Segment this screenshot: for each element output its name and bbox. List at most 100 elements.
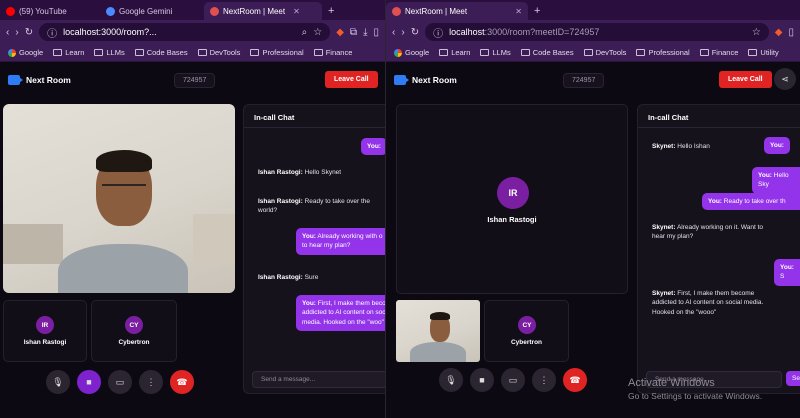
forward-icon[interactable]: › [401, 27, 404, 38]
bookmark-star-icon[interactable]: ☆ [313, 27, 322, 38]
address-host: localhost:3000/room?... [63, 27, 157, 37]
screen-share-button[interactable]: ▭ [108, 370, 132, 394]
sidebar-icon[interactable]: ▯ [788, 27, 794, 38]
camera-button[interactable]: ■ [77, 370, 101, 394]
background-shelf [193, 214, 235, 264]
bookmark-devtools[interactable]: DevTools [583, 48, 627, 57]
screen-share-icon: ▭ [508, 374, 518, 385]
chat-message-own: You: First, I make them becom addicted t… [296, 295, 385, 332]
more-options-button[interactable]: ⋮ [139, 370, 163, 394]
more-options-button[interactable]: ⋮ [532, 368, 556, 392]
video-camera-icon [8, 75, 23, 85]
screen-share-button[interactable]: ▭ [501, 368, 525, 392]
bookmark-label: Learn [451, 48, 471, 57]
site-info-icon[interactable]: ⓘ [433, 25, 443, 40]
end-call-button[interactable]: ☎ [170, 370, 194, 394]
address-bar[interactable]: ⓘ localhost:3000/room?... ⌕ ☆ [39, 23, 331, 41]
message-sender: Ishan Rastogi: [258, 169, 303, 176]
bookmark-code-bases[interactable]: Code Bases [520, 48, 574, 57]
reload-icon[interactable]: ↻ [411, 27, 419, 38]
left-browser-window: (59) YouTube Google Gemini NextRoom | Me… [0, 0, 385, 418]
folder-icon [134, 49, 144, 56]
microphone-icon: 🎙 [52, 376, 64, 387]
sidebar-icon[interactable]: ▯ [373, 27, 379, 38]
participant-tile: CY Cybertron [91, 300, 177, 362]
bookmark-learn[interactable]: Learn [53, 48, 84, 57]
call-controls: 🎙 ■ ▭ ⋮ ☎ [439, 368, 587, 392]
participant-name: Cybertron [510, 339, 543, 346]
participant-name: Cybertron [118, 339, 150, 346]
app-header: Next Room 724957 Leave Call [0, 62, 385, 98]
bookmark-label: Finance [711, 48, 739, 57]
bookmark-llms[interactable]: LLMs [480, 48, 511, 57]
share-button[interactable]: ⋖ [774, 68, 796, 90]
bookmark-code-bases[interactable]: Code Bases [134, 48, 188, 57]
microphone-button[interactable]: 🎙 [439, 368, 463, 392]
bookmark-utility[interactable]: Utility [748, 48, 779, 57]
leave-call-button[interactable]: Leave Call [325, 71, 378, 88]
right-browser-window: NextRoom | Meet ✕ + ‹ › ↻ ⓘ localhost:30… [385, 0, 800, 418]
send-button[interactable]: Se [786, 371, 800, 386]
extensions-icon[interactable]: ⧉ [350, 27, 357, 38]
chat-message-own: You: Already working with o to hear my p… [296, 228, 385, 255]
browser-toolbar: ‹ › ↻ ⓘ localhost:3000/room?meetID=72495… [386, 20, 800, 44]
zoom-icon[interactable]: ⌕ [302, 27, 308, 38]
bookmark-google[interactable]: Google [8, 48, 43, 57]
bookmark-star-icon[interactable]: ☆ [752, 27, 761, 38]
bookmark-finance[interactable]: Finance [699, 48, 739, 57]
download-icon[interactable]: ⤓ [363, 27, 367, 38]
close-tab-icon[interactable]: ✕ [515, 7, 522, 16]
reload-icon[interactable]: ↻ [25, 27, 33, 38]
leave-call-button[interactable]: Leave Call [719, 71, 772, 88]
meeting-id-badge: 724957 [563, 73, 605, 88]
address-path: :3000/room?meetID=724957 [484, 27, 600, 37]
background-shelf [3, 224, 63, 264]
main-participant-tile: IR Ishan Rastogi [396, 104, 628, 294]
bookmark-label: DevTools [595, 48, 627, 57]
bookmarks-bar: Google Learn LLMs Code Bases DevTools Pr… [0, 44, 385, 62]
close-tab-icon[interactable]: ✕ [293, 7, 300, 16]
recording-icon [392, 6, 401, 16]
bookmark-llms[interactable]: LLMs [94, 48, 125, 57]
chat-divider [244, 127, 385, 128]
tab-youtube[interactable]: (59) YouTube [0, 2, 100, 20]
bookmark-finance[interactable]: Finance [313, 48, 352, 57]
youtube-icon [6, 6, 15, 16]
tab-nextroom[interactable]: NextRoom | Meet ✕ [204, 2, 322, 20]
browser-toolbar: ‹ › ↻ ⓘ localhost:3000/room?... ⌕ ☆ ◆ ⧉ … [0, 20, 385, 44]
tab-bar: NextRoom | Meet ✕ + [386, 0, 800, 20]
bookmark-professional[interactable]: Professional [250, 48, 304, 57]
message-sender: Ishan Rastogi: [258, 198, 303, 205]
phone-hangup-icon: ☎ [176, 376, 188, 387]
chat-message: Skynet: Hello Ishan [652, 142, 710, 151]
chat-message: Ishan Rastogi: Hello Skynet [258, 168, 341, 177]
new-tab-button[interactable]: + [528, 2, 546, 20]
address-bar[interactable]: ⓘ localhost:3000/room?meetID=724957 ☆ [425, 23, 769, 41]
message-sender: You: [302, 233, 316, 240]
tab-gemini[interactable]: Google Gemini [100, 2, 204, 20]
person-hair [430, 312, 450, 320]
bookmark-google[interactable]: Google [394, 48, 429, 57]
end-call-button[interactable]: ☎ [563, 368, 587, 392]
bookmark-professional[interactable]: Professional [636, 48, 690, 57]
bookmark-devtools[interactable]: DevTools [197, 48, 240, 57]
new-tab-button[interactable]: + [322, 2, 340, 20]
back-icon[interactable]: ‹ [392, 27, 395, 38]
chat-message-own: You: [361, 138, 385, 156]
brave-shield-icon[interactable]: ◆ [775, 27, 783, 38]
tab-nextroom[interactable]: NextRoom | Meet ✕ [386, 2, 528, 20]
bookmark-label: Google [405, 48, 430, 57]
camera-button[interactable]: ■ [470, 368, 494, 392]
forward-icon[interactable]: › [15, 27, 18, 38]
activate-windows-watermark: Activate Windows Go to Settings to activ… [628, 376, 762, 403]
folder-icon [313, 49, 323, 56]
back-icon[interactable]: ‹ [6, 27, 9, 38]
avatar: IR [36, 316, 54, 334]
microphone-button[interactable]: 🎙 [46, 370, 70, 394]
site-info-icon[interactable]: ⓘ [47, 25, 57, 40]
bookmark-learn[interactable]: Learn [439, 48, 470, 57]
chat-divider [638, 127, 800, 128]
app-header: Next Room 724957 Leave Call ⋖ [386, 62, 800, 98]
brave-shield-icon[interactable]: ◆ [336, 27, 344, 38]
chat-message-input[interactable]: Send a message... [252, 371, 385, 388]
